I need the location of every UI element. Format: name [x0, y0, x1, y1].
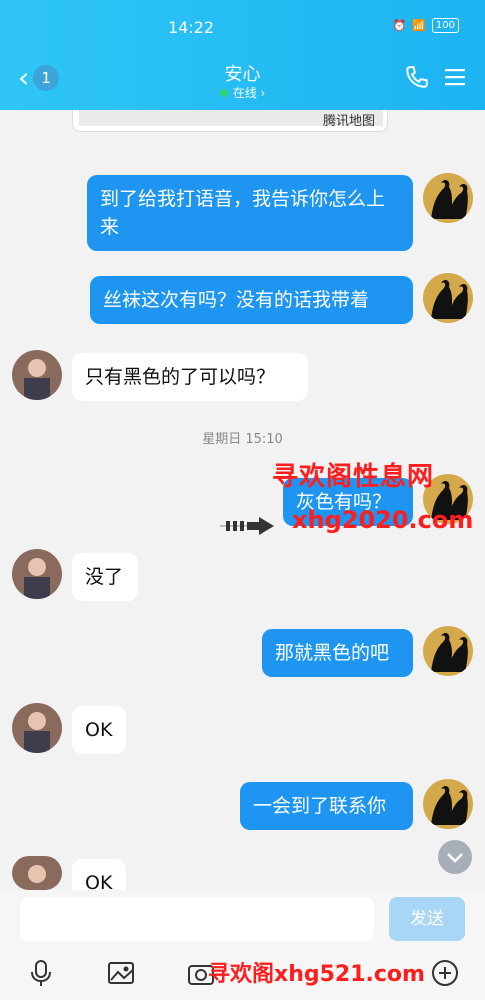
phone-icon[interactable]: [404, 64, 430, 90]
scroll-to-bottom-button[interactable]: [438, 840, 472, 874]
my-avatar[interactable]: [423, 273, 473, 323]
map-provider-label: 腾讯地图: [322, 114, 375, 129]
my-avatar[interactable]: [423, 173, 473, 223]
wifi-icon: 📶: [412, 19, 426, 32]
message-timestamp: 星期日 15:10: [202, 432, 283, 447]
message-bubble-outgoing[interactable]: 丝袜这次有吗？没有的话我带着: [90, 276, 413, 324]
battery-icon: 100: [431, 18, 459, 33]
message-bubble-incoming[interactable]: 只有黑色的了可以吗？: [72, 353, 308, 401]
status-icons: ⏰ 📶 100: [392, 18, 459, 33]
contact-avatar[interactable]: [12, 703, 62, 753]
watermark-url: xhg2020.com: [292, 506, 474, 534]
my-avatar[interactable]: [423, 626, 473, 676]
status-bar: 14:22 ⏰ 📶 100: [0, 14, 485, 42]
chat-header: 14:22 ⏰ 📶 100 ‹ 1 安心 在线 ›: [0, 0, 485, 110]
alarm-icon: ⏰: [392, 19, 407, 32]
message-bubble-incoming[interactable]: 没了: [72, 553, 138, 601]
status-time: 14:22: [168, 18, 215, 37]
add-icon[interactable]: [430, 958, 460, 988]
contact-avatar[interactable]: [12, 856, 62, 890]
contact-avatar[interactable]: [12, 549, 62, 599]
image-icon[interactable]: [106, 958, 136, 988]
chevron-down-icon: [447, 853, 463, 863]
message-bubble-outgoing[interactable]: 那就黑色的吧: [262, 629, 413, 677]
my-avatar[interactable]: [423, 779, 473, 829]
message-bubble-incoming[interactable]: OK: [72, 859, 126, 890]
message-bubble-outgoing[interactable]: 到了给我打语音，我告诉你怎么上来: [87, 175, 413, 251]
location-card[interactable]: 腾讯地图: [72, 110, 388, 132]
presence-text: 在线 ›: [232, 86, 266, 100]
message-bubble-incoming[interactable]: OK: [72, 706, 126, 754]
online-dot-icon: [219, 89, 228, 97]
watermark-footer: 寻欢阁xhg521.com: [208, 962, 425, 987]
microphone-icon[interactable]: [26, 958, 56, 988]
watermark-arrow-icon: [220, 517, 274, 535]
message-bubble-outgoing[interactable]: 一会到了联系你: [240, 782, 413, 830]
message-input[interactable]: [20, 897, 374, 941]
contact-avatar[interactable]: [12, 350, 62, 400]
send-button[interactable]: 发送: [389, 897, 465, 941]
watermark-text: 寻欢阁性息网: [272, 462, 435, 492]
battery-level: 100: [435, 20, 455, 31]
menu-icon[interactable]: [444, 66, 466, 88]
